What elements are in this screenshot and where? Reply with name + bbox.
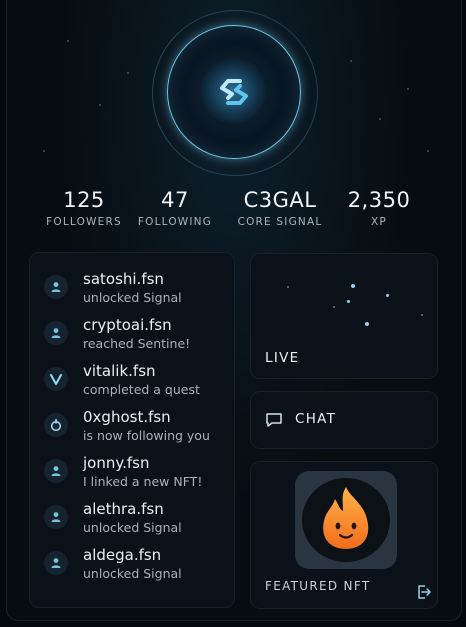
list-item[interactable]: alethra.fsn unlocked Signal — [44, 499, 230, 539]
background-particle — [99, 104, 101, 106]
nft-thumbnail[interactable] — [295, 471, 397, 569]
list-item[interactable]: 0xghost.fsn is now following you — [44, 407, 230, 447]
v-icon — [44, 367, 68, 391]
exit-icon[interactable] — [416, 584, 432, 600]
profile-stats: 125 FOLLOWERS 47 FOLLOWING C3GAL CORE SI… — [7, 186, 461, 236]
chat-bubble-icon — [266, 413, 282, 427]
activity-text: I linked a new NFT! — [83, 474, 203, 489]
background-particle — [427, 150, 429, 152]
live-star — [333, 306, 335, 308]
background-particle — [379, 118, 381, 120]
background-particle — [43, 150, 45, 152]
activity-text: reached Sentine! — [83, 336, 191, 351]
user-icon — [44, 321, 68, 345]
chat-button[interactable]: CHAT — [250, 391, 438, 449]
activity-text: unlocked Signal — [83, 520, 182, 535]
list-item[interactable]: satoshi.fsn unlocked Signal — [44, 269, 230, 309]
user-icon — [44, 551, 68, 575]
list-item[interactable]: aldega.fsn unlocked Signal — [44, 545, 230, 585]
activity-username[interactable]: satoshi.fsn — [83, 269, 164, 289]
list-item[interactable]: cryptoai.fsn reached Sentine! — [44, 315, 230, 355]
background-particle — [407, 88, 409, 90]
chat-label: CHAT — [295, 411, 337, 427]
signal-s-logo-icon — [220, 79, 248, 105]
list-item[interactable]: vitalik.fsn completed a quest — [44, 361, 230, 401]
stat-label: FOLLOWING — [137, 216, 213, 228]
live-star — [351, 284, 355, 288]
activity-text: unlocked Signal — [83, 566, 182, 581]
background-particle — [350, 60, 352, 62]
featured-nft-label: FEATURED NFT — [265, 579, 371, 593]
live-card[interactable]: LIVE — [250, 253, 438, 379]
live-star — [365, 322, 369, 326]
power-icon — [44, 413, 68, 437]
stat-label: CORE SIGNAL — [237, 216, 323, 228]
activity-username[interactable]: cryptoai.fsn — [83, 315, 172, 335]
background-particle — [127, 72, 129, 74]
activity-feed: satoshi.fsn unlocked Signal cryptoai.fsn… — [29, 252, 235, 608]
live-star — [386, 294, 389, 297]
stat-value: 2,350 — [347, 188, 411, 212]
live-star — [287, 286, 289, 288]
list-item[interactable]: jonny.fsn I linked a new NFT! — [44, 453, 230, 493]
user-icon — [44, 459, 68, 483]
activity-text: is now following you — [83, 428, 210, 443]
live-star — [347, 300, 350, 303]
profile-hero — [7, 0, 461, 180]
stat-value: C3GAL — [243, 188, 317, 212]
flame-face-icon — [323, 487, 369, 549]
activity-username[interactable]: vitalik.fsn — [83, 361, 156, 381]
stat-following[interactable]: 47 FOLLOWING — [120, 186, 230, 228]
activity-username[interactable]: alethra.fsn — [83, 499, 164, 519]
featured-nft-card[interactable]: FEATURED NFT — [250, 461, 438, 609]
activity-text: completed a quest — [83, 382, 200, 397]
profile-screen: 125 FOLLOWERS 47 FOLLOWING C3GAL CORE SI… — [6, 0, 462, 621]
user-icon — [44, 275, 68, 299]
stat-value: 47 — [161, 188, 189, 212]
background-particle — [67, 40, 69, 42]
activity-username[interactable]: 0xghost.fsn — [83, 407, 171, 427]
stat-label: XP — [371, 216, 387, 228]
user-icon — [44, 505, 68, 529]
stat-core-signal: C3GAL CORE SIGNAL — [225, 186, 335, 228]
activity-username[interactable]: aldega.fsn — [83, 545, 161, 565]
live-star — [421, 314, 423, 316]
activity-text: unlocked Signal — [83, 290, 182, 305]
live-label: LIVE — [265, 350, 300, 366]
stat-xp: 2,350 XP — [324, 186, 434, 228]
activity-username[interactable]: jonny.fsn — [83, 453, 149, 473]
